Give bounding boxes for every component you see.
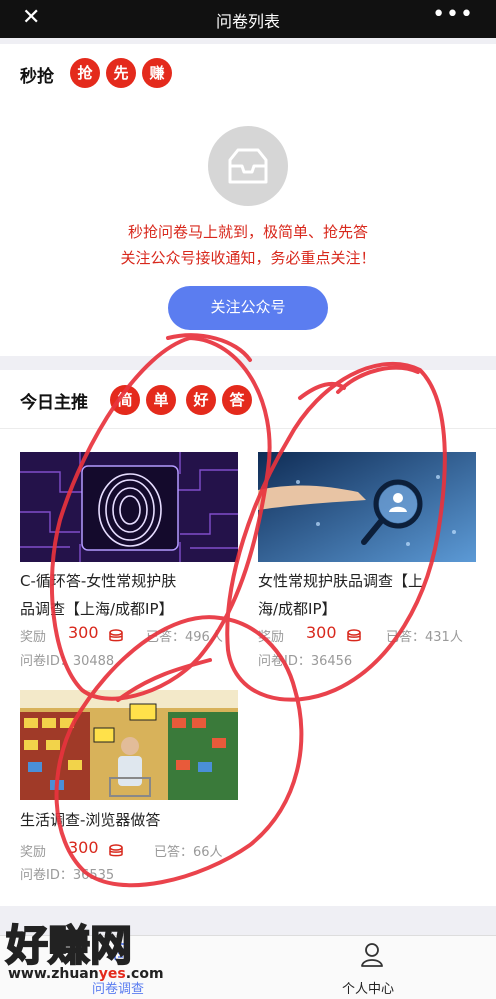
badge-qiang: 抢 (70, 58, 100, 88)
badge-zhuan: 赚 (142, 58, 172, 88)
answered-count: 已答：431人 (386, 630, 463, 645)
survey-id: 问卷ID：36535 (20, 868, 115, 883)
answered-count: 已答：496人 (146, 630, 223, 645)
badge-hao: 好 (186, 385, 216, 415)
person-icon (360, 942, 384, 968)
flash-section-title: 秒抢 (20, 67, 54, 87)
reward-amount: 300 (68, 838, 99, 857)
coin-icon (108, 628, 124, 642)
inbox-tray-icon (208, 126, 288, 206)
survey-title-line1: C-循环答-女性常规护肤 (20, 572, 177, 590)
page-title: 问卷列表 (215, 12, 280, 31)
watermark-url: www.zhuanyes.com (8, 966, 164, 982)
reward-label: 奖励 (20, 630, 47, 645)
badge-da: 答 (222, 385, 252, 415)
fingerprint-circuit-image (20, 452, 238, 562)
supermarket-image (20, 690, 238, 800)
featured-section-title: 今日主推 (20, 393, 88, 413)
survey-title-line2: 海/成都IP】 (258, 600, 337, 618)
badge-jian: 简 (110, 385, 140, 415)
tab-profile-label: 个人中心 (342, 982, 395, 997)
reward-amount: 300 (306, 623, 337, 642)
flash-notice-line2: 关注公众号接收通知，务必重点关注！ (120, 249, 376, 267)
survey-title: 生活调查-浏览器做答 (20, 811, 161, 829)
badge-dan: 单 (146, 385, 176, 415)
survey-id: 问卷ID：36456 (258, 654, 353, 669)
answered-count: 已答：66人 (154, 845, 223, 860)
navigation-bar: ✕ 问卷列表 ••• (0, 0, 496, 38)
reward-label: 奖励 (20, 845, 47, 860)
coin-icon (108, 843, 124, 857)
section-divider (0, 428, 496, 429)
reward-amount: 300 (68, 623, 99, 642)
flash-notice-line1: 秒抢问卷马上就到，极简单、抢先答 (127, 223, 368, 241)
magnifier-people-image (258, 452, 476, 562)
coin-icon (346, 628, 362, 642)
survey-id: 问卷ID：30488 (20, 654, 115, 669)
more-options-icon[interactable]: ••• (432, 2, 474, 27)
follow-official-account-button[interactable]: 关注公众号 (168, 286, 328, 330)
badge-xian: 先 (106, 58, 136, 88)
watermark-title: 好赚网 (5, 920, 133, 971)
survey-title-line2: 品调查【上海/成都IP】 (20, 600, 174, 618)
survey-title-line1: 女性常规护肤品调查【上 (258, 572, 424, 590)
reward-label: 奖励 (258, 630, 285, 645)
